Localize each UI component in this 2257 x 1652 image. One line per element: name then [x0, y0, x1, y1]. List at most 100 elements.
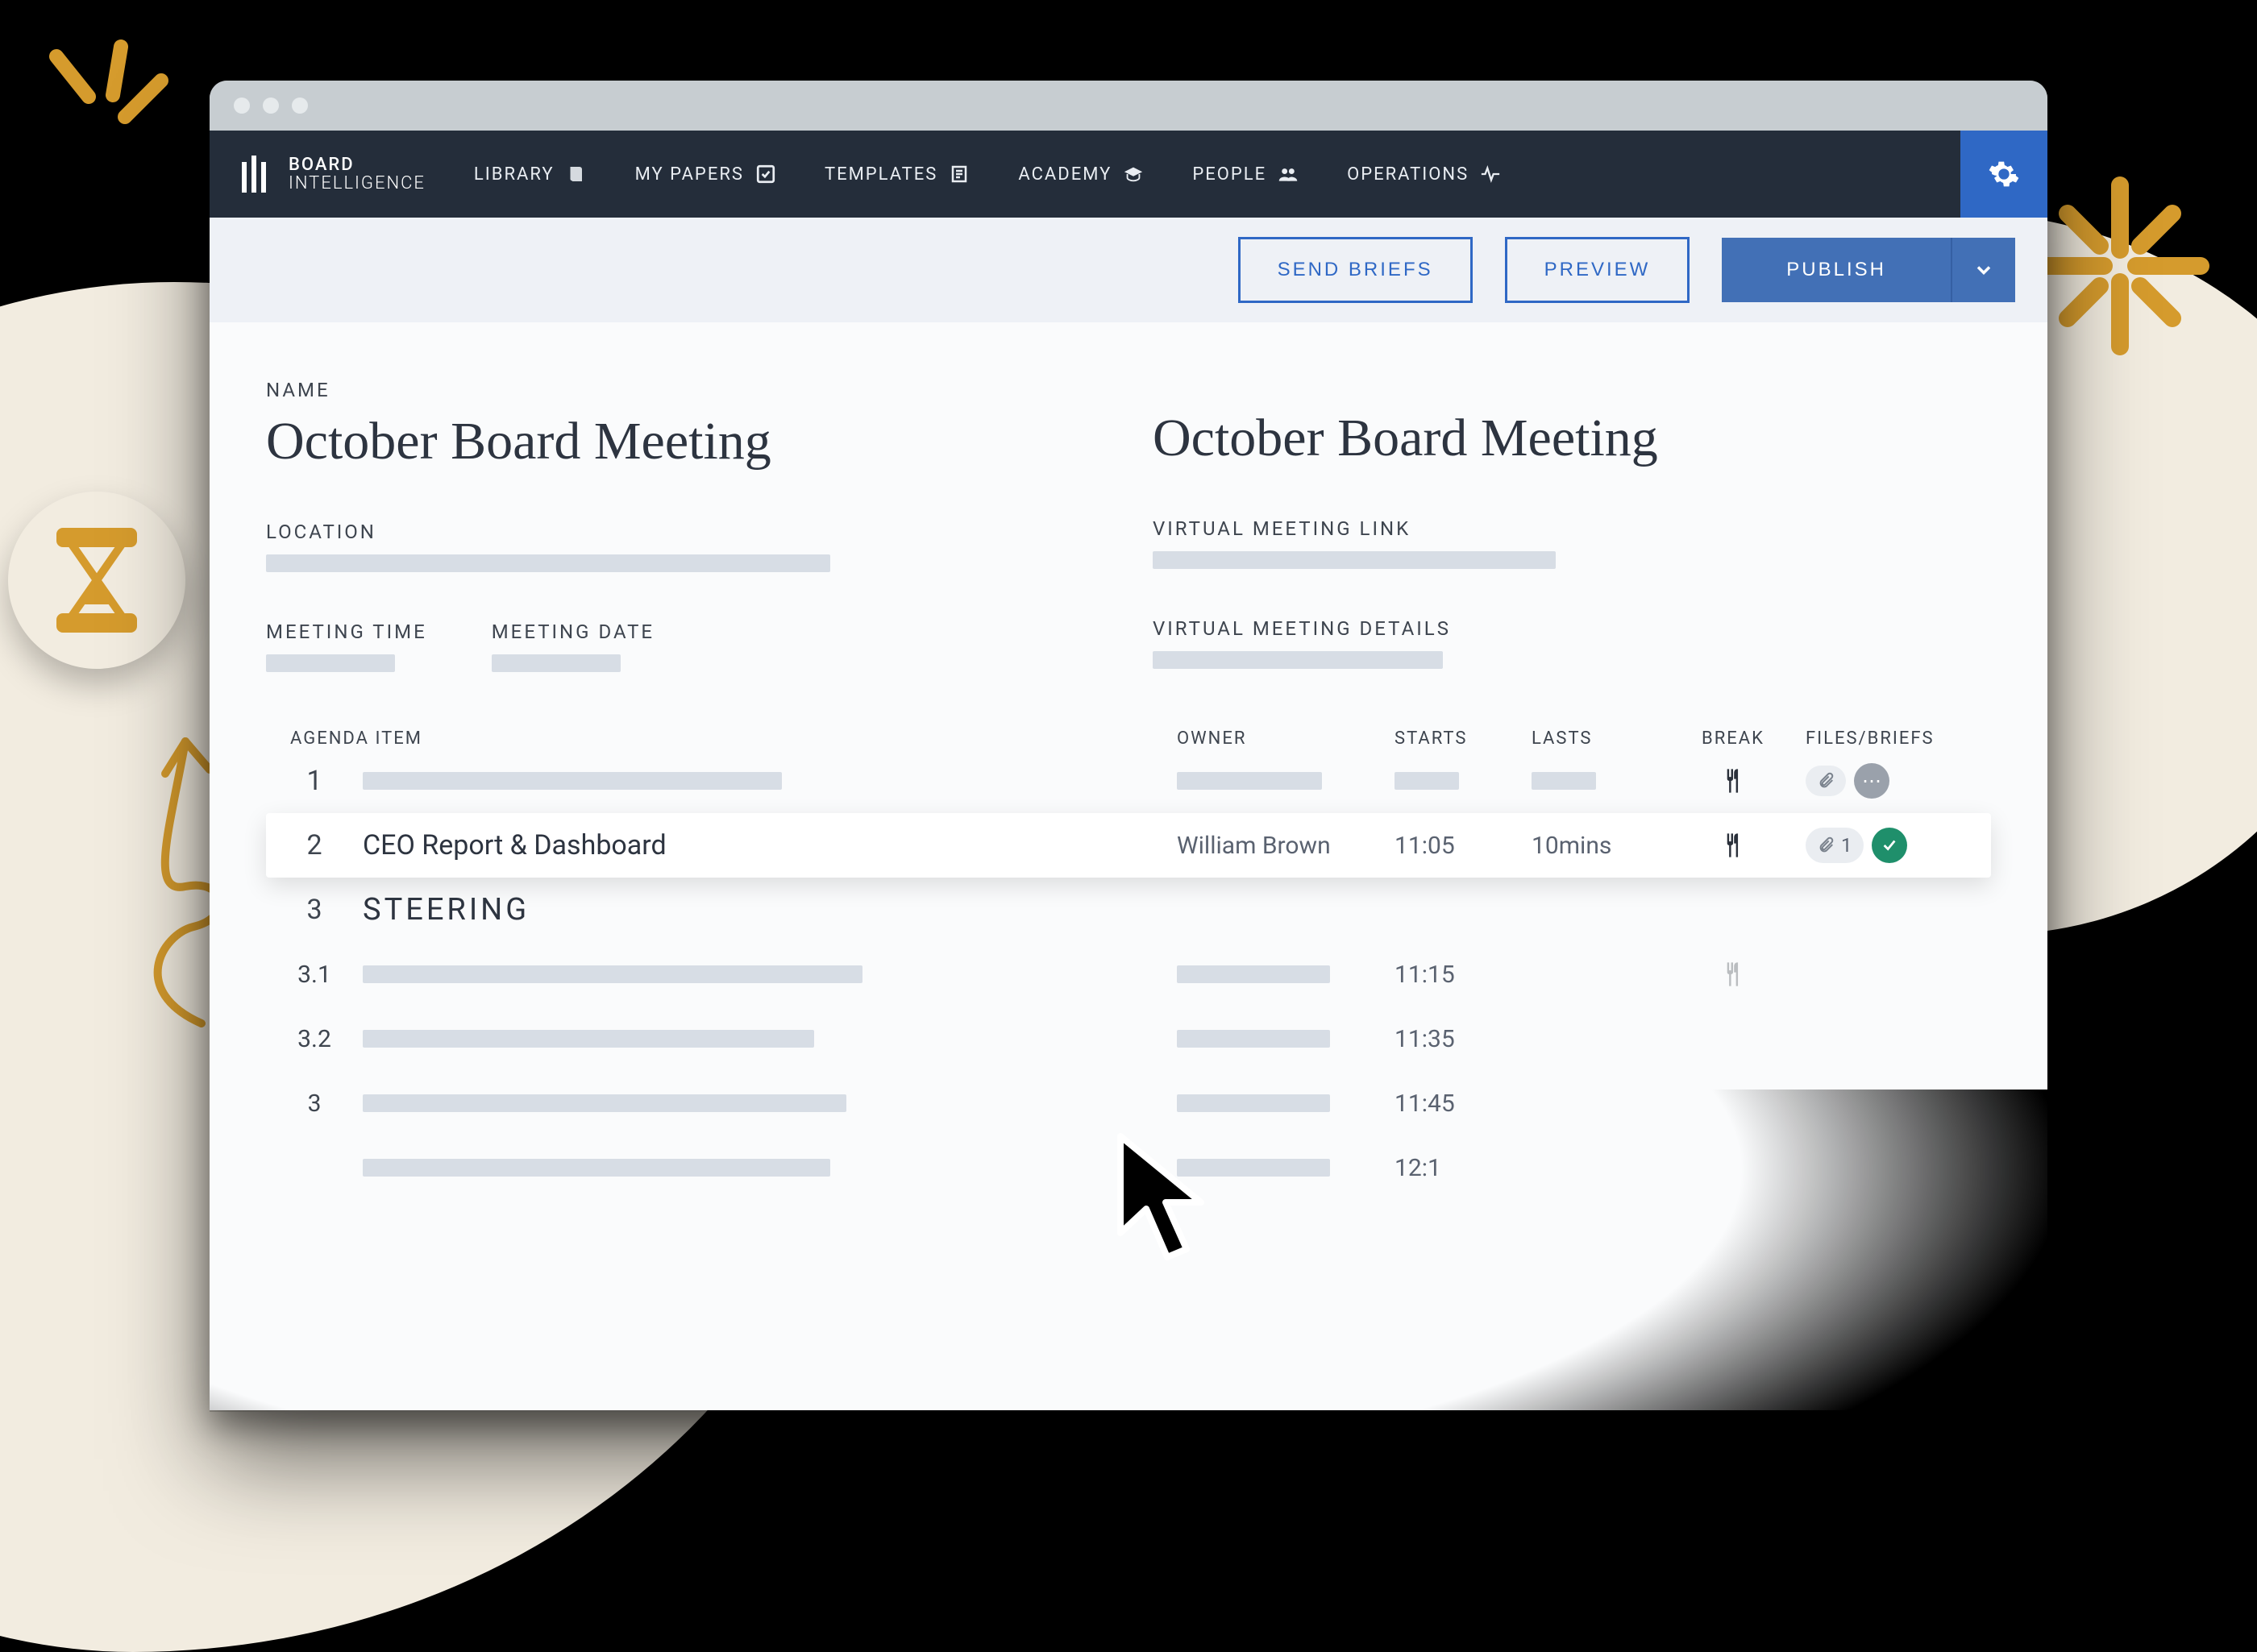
people-icon	[1278, 164, 1299, 185]
agenda-row[interactable]: 3.1 11:15	[266, 942, 1991, 1007]
nav-library[interactable]: LIBRARY	[474, 164, 587, 185]
name-label: NAME	[266, 379, 1104, 401]
window-dot	[292, 98, 308, 114]
settings-button[interactable]	[1960, 131, 2047, 218]
publish-dropdown-button[interactable]	[1951, 238, 2015, 302]
nav-people[interactable]: PEOPLE	[1192, 164, 1299, 185]
agenda-starts: 12:1	[1395, 1154, 1523, 1182]
activity-icon	[1480, 164, 1501, 185]
agenda-title-placeholder	[363, 1030, 814, 1048]
nav-label: ACADEMY	[1018, 164, 1112, 185]
book-icon	[566, 164, 587, 185]
chevron-down-icon	[1972, 259, 1995, 281]
main-content: NAME October Board Meeting LOCATION MEET…	[210, 322, 2047, 1410]
brand-text: BOARD INTELLIGENCE	[289, 156, 426, 193]
top-nav: BOARD INTELLIGENCE LIBRARY MY PAPERS TEM…	[210, 131, 2047, 218]
meeting-time-placeholder[interactable]	[266, 654, 395, 672]
meeting-time-label: MEETING TIME	[266, 621, 427, 643]
cutlery-icon[interactable]	[1669, 961, 1798, 988]
agenda-index: 3	[274, 1090, 355, 1118]
owner-placeholder	[1177, 772, 1322, 790]
agenda-index: 3.1	[274, 961, 355, 989]
preview-button[interactable]: PREVIEW	[1505, 237, 1690, 303]
window-chrome	[210, 81, 2047, 131]
nav-label: TEMPLATES	[825, 164, 937, 185]
agenda-title-placeholder	[363, 772, 782, 790]
agenda-starts: 11:15	[1395, 961, 1523, 989]
paperclip-icon	[1817, 772, 1835, 790]
virtual-details-placeholder[interactable]	[1153, 651, 1443, 669]
paperclip-icon	[1817, 836, 1835, 854]
window-dot	[234, 98, 250, 114]
cutlery-icon[interactable]	[1669, 767, 1798, 795]
send-briefs-button[interactable]: SEND BRIEFS	[1238, 237, 1473, 303]
col-starts: STARTS	[1395, 728, 1523, 749]
nav-operations[interactable]: OPERATIONS	[1347, 164, 1501, 185]
agenda-lasts: 10mins	[1532, 832, 1661, 860]
agenda-row[interactable]: 12:1	[266, 1135, 1991, 1200]
col-owner: OWNER	[1177, 728, 1386, 749]
agenda-row[interactable]: 3.2 11:35	[266, 1007, 1991, 1071]
cutlery-icon[interactable]	[1669, 832, 1798, 859]
brand-mark-icon	[242, 156, 272, 193]
app-window: BOARD INTELLIGENCE LIBRARY MY PAPERS TEM…	[210, 81, 2047, 1410]
nav-label: MY PAPERS	[635, 164, 744, 185]
agenda-row-section[interactable]: 3 STEERING	[266, 878, 1991, 942]
col-files: FILES/BRIEFS	[1806, 728, 1983, 749]
sparkle-icon	[32, 32, 177, 161]
owner-placeholder	[1177, 1159, 1330, 1177]
agenda-section-title: STEERING	[363, 892, 1169, 928]
nav-academy[interactable]: ACADEMY	[1018, 164, 1144, 185]
agenda-title-placeholder	[363, 965, 862, 983]
gear-icon	[1988, 158, 2020, 190]
hourglass-badge	[8, 492, 185, 669]
agenda-header: AGENDA ITEM OWNER STARTS LASTS BREAK FIL…	[266, 728, 1991, 749]
checklist-icon	[755, 164, 776, 185]
nav-label: OPERATIONS	[1347, 164, 1469, 185]
check-icon	[1881, 836, 1898, 854]
attachment-chip[interactable]	[1806, 766, 1846, 796]
attachment-chip[interactable]: 1	[1806, 828, 1864, 863]
col-lasts: LASTS	[1532, 728, 1661, 749]
agenda-index: 3	[274, 894, 355, 926]
agenda-row[interactable]: 2 CEO Report & Dashboard William Brown 1…	[266, 813, 1991, 878]
nav-label: PEOPLE	[1192, 164, 1266, 185]
owner-placeholder	[1177, 1094, 1330, 1112]
col-break: BREAK	[1669, 728, 1798, 749]
status-ok-chip[interactable]	[1872, 828, 1907, 863]
meeting-title-right: October Board Meeting	[1153, 408, 1991, 469]
more-chip[interactable]: ⋯	[1854, 763, 1889, 799]
brand-logo[interactable]: BOARD INTELLIGENCE	[242, 156, 426, 193]
agenda-starts: 11:35	[1395, 1025, 1523, 1053]
agenda-row[interactable]: 3 11:45	[266, 1071, 1991, 1135]
owner-placeholder	[1177, 965, 1330, 983]
agenda-index: 3.2	[274, 1025, 355, 1053]
location-placeholder[interactable]	[266, 554, 830, 572]
window-dot	[263, 98, 279, 114]
meeting-title-left: October Board Meeting	[266, 411, 1104, 472]
lasts-placeholder	[1532, 772, 1596, 790]
location-label: LOCATION	[266, 521, 1104, 543]
agenda-owner: William Brown	[1177, 832, 1386, 860]
action-bar: SEND BRIEFS PREVIEW PUBLISH	[210, 218, 2047, 322]
agenda-title-placeholder	[363, 1159, 830, 1177]
agenda-index: 2	[274, 829, 355, 861]
agenda-index: 1	[274, 765, 355, 797]
nav-my-papers[interactable]: MY PAPERS	[635, 164, 776, 185]
files-count: 1	[1841, 834, 1852, 857]
col-agenda-item: AGENDA ITEM	[290, 728, 1169, 749]
nav-templates[interactable]: TEMPLATES	[825, 164, 970, 185]
agenda-title: CEO Report & Dashboard	[363, 829, 1169, 861]
meeting-date-placeholder[interactable]	[492, 654, 621, 672]
template-icon	[949, 164, 970, 185]
publish-button[interactable]: PUBLISH	[1722, 238, 1951, 302]
virtual-link-placeholder[interactable]	[1153, 551, 1556, 569]
starts-placeholder	[1395, 772, 1459, 790]
owner-placeholder	[1177, 1030, 1330, 1048]
virtual-details-label: VIRTUAL MEETING DETAILS	[1153, 617, 1991, 640]
agenda-starts: 11:05	[1395, 832, 1523, 860]
agenda-starts: 11:45	[1395, 1090, 1523, 1118]
agenda-row[interactable]: 1 ⋯	[266, 749, 1991, 813]
meeting-date-label: MEETING DATE	[492, 621, 655, 643]
sparkle-icon	[2023, 169, 2217, 363]
